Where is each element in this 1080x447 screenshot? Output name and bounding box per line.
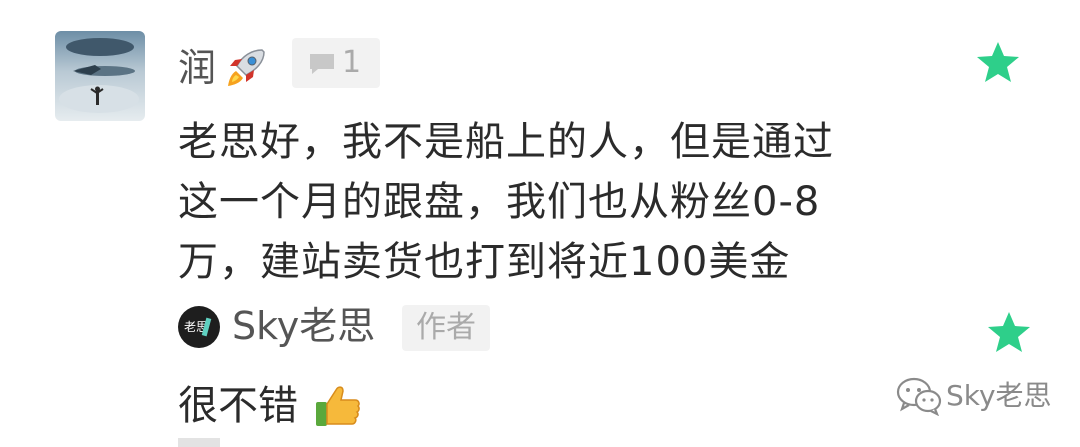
comment-bubble-icon — [308, 52, 336, 76]
commenter-avatar[interactable] — [55, 31, 145, 121]
reply-body: 很不错 — [178, 383, 298, 429]
author-name[interactable]: Sky老思 — [232, 300, 375, 352]
watermark: Sky老思 — [896, 372, 1066, 418]
wechat-icon — [896, 376, 942, 417]
author-avatar[interactable]: 老思 — [178, 306, 220, 348]
comment-line: 这一个月的跟盘，我们也从粉丝0-8 — [178, 179, 821, 225]
rocket-icon — [222, 44, 270, 92]
comment-body: 老思好，我不是船上的人，但是通过 这一个月的跟盘，我们也从粉丝0-8 万，建站卖… — [178, 112, 938, 292]
reply-count-value: 1 — [342, 45, 362, 80]
star-icon[interactable] — [975, 40, 1021, 84]
thumbs-up-icon — [312, 378, 364, 430]
author-badge: 作者 — [402, 305, 490, 351]
star-icon[interactable] — [986, 310, 1032, 354]
comment-screenshot: 润 1 老思好，我不是船上的人，但是通过 这一个月的跟盘，我们也从粉丝0-8 万… — [0, 0, 1080, 447]
watermark-text: Sky老思 — [946, 379, 1052, 412]
reply-count-button[interactable]: 1 — [292, 38, 380, 88]
comment-line: 万，建站卖货也打到将近100美金 — [178, 239, 791, 285]
commenter-name[interactable]: 润 — [178, 42, 216, 94]
comment-line: 老思好，我不是船上的人，但是通过 — [178, 119, 834, 165]
next-comment-avatar-partial — [178, 438, 220, 447]
